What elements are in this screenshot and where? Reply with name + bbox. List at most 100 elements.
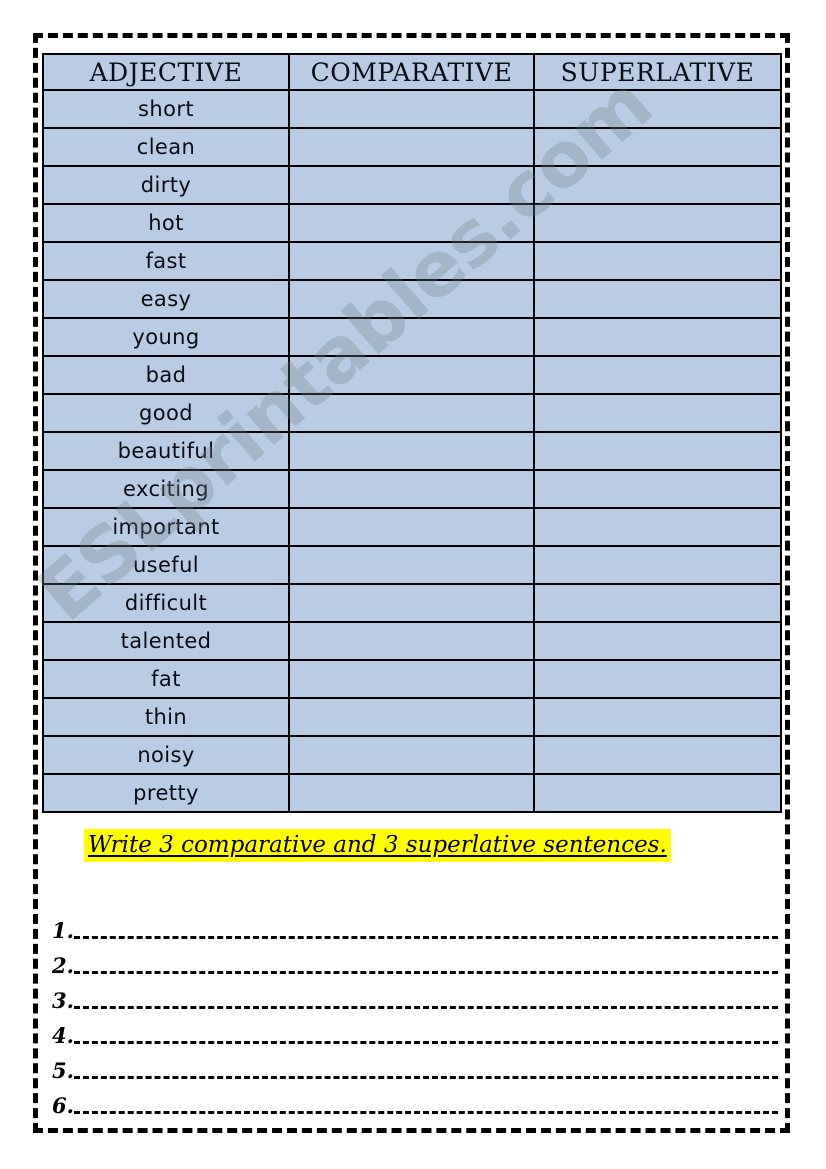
adjective-cell: useful [42, 545, 290, 585]
table-row: beautiful [42, 431, 782, 471]
comparative-answer-cell[interactable] [288, 317, 535, 357]
table-row: useful [42, 545, 782, 585]
superlative-answer-cell[interactable] [533, 659, 782, 699]
worksheet-page: ESLprintables.com ADJECTIVE COMPARATIVE … [0, 0, 826, 1169]
adjective-cell: dirty [42, 165, 290, 205]
answer-line-row[interactable]: 3. [52, 978, 778, 1013]
comparative-answer-cell[interactable] [288, 431, 535, 471]
adjective-cell: young [42, 317, 290, 357]
answer-write-line[interactable] [73, 1006, 778, 1009]
superlative-answer-cell[interactable] [533, 507, 782, 547]
superlative-answer-cell[interactable] [533, 241, 782, 281]
answer-line-row[interactable]: 4. [52, 1013, 778, 1048]
answer-line-number: 5. [52, 1058, 74, 1083]
adjective-cell: talented [42, 621, 290, 661]
comparative-answer-cell[interactable] [288, 735, 535, 775]
comparative-answer-cell[interactable] [288, 773, 535, 813]
adjective-forms-table: ADJECTIVE COMPARATIVE SUPERLATIVE short c… [42, 53, 782, 813]
answer-write-line[interactable] [73, 1111, 778, 1114]
adjective-cell: good [42, 393, 290, 433]
table-row: difficult [42, 583, 782, 623]
adjective-cell: important [42, 507, 290, 547]
comparative-answer-cell[interactable] [288, 393, 535, 433]
answer-line-row[interactable]: 6. [52, 1083, 778, 1118]
answer-line-number: 1. [52, 918, 74, 943]
table-row: bad [42, 355, 782, 395]
superlative-answer-cell[interactable] [533, 697, 782, 737]
column-header-superlative: SUPERLATIVE [533, 53, 782, 91]
answer-write-line[interactable] [73, 1041, 778, 1044]
table-row: thin [42, 697, 782, 737]
table-row: exciting [42, 469, 782, 509]
answer-write-line[interactable] [73, 1076, 778, 1079]
superlative-answer-cell[interactable] [533, 89, 782, 129]
instruction-text: Write 3 comparative and 3 superlative se… [88, 832, 667, 858]
comparative-answer-cell[interactable] [288, 355, 535, 395]
answer-lines: 1. 2. 3. 4. 5. 6. [52, 908, 778, 1118]
adjective-cell: pretty [42, 773, 290, 813]
superlative-answer-cell[interactable] [533, 583, 782, 623]
table-row: clean [42, 127, 782, 167]
adjective-cell: difficult [42, 583, 290, 623]
answer-line-row[interactable]: 5. [52, 1048, 778, 1083]
comparative-answer-cell[interactable] [288, 697, 535, 737]
superlative-answer-cell[interactable] [533, 393, 782, 433]
table-row: fast [42, 241, 782, 281]
comparative-answer-cell[interactable] [288, 127, 535, 167]
superlative-answer-cell[interactable] [533, 545, 782, 585]
superlative-answer-cell[interactable] [533, 203, 782, 243]
answer-line-row[interactable]: 1. [52, 908, 778, 943]
table-row: young [42, 317, 782, 357]
comparative-answer-cell[interactable] [288, 279, 535, 319]
adjective-cell: clean [42, 127, 290, 167]
table-row: important [42, 507, 782, 547]
answer-line-number: 2. [52, 953, 74, 978]
table-row: noisy [42, 735, 782, 775]
answer-write-line[interactable] [73, 936, 778, 939]
adjective-cell: fast [42, 241, 290, 281]
comparative-answer-cell[interactable] [288, 659, 535, 699]
table-row: easy [42, 279, 782, 319]
superlative-answer-cell[interactable] [533, 165, 782, 205]
adjective-cell: easy [42, 279, 290, 319]
column-header-adjective: ADJECTIVE [42, 53, 290, 91]
comparative-answer-cell[interactable] [288, 469, 535, 509]
superlative-answer-cell[interactable] [533, 355, 782, 395]
comparative-answer-cell[interactable] [288, 621, 535, 661]
superlative-answer-cell[interactable] [533, 773, 782, 813]
answer-line-number: 3. [52, 988, 74, 1013]
comparative-answer-cell[interactable] [288, 203, 535, 243]
adjective-cell: thin [42, 697, 290, 737]
adjective-cell: exciting [42, 469, 290, 509]
table-body: short clean dirty hot fast easy young bad good be… [42, 89, 782, 813]
adjective-cell: hot [42, 203, 290, 243]
adjective-cell: noisy [42, 735, 290, 775]
instruction-line: Write 3 comparative and 3 superlative se… [84, 829, 671, 862]
comparative-answer-cell[interactable] [288, 89, 535, 129]
comparative-answer-cell[interactable] [288, 545, 535, 585]
superlative-answer-cell[interactable] [533, 431, 782, 471]
superlative-answer-cell[interactable] [533, 279, 782, 319]
superlative-answer-cell[interactable] [533, 317, 782, 357]
superlative-answer-cell[interactable] [533, 469, 782, 509]
table-row: dirty [42, 165, 782, 205]
superlative-answer-cell[interactable] [533, 735, 782, 775]
table-row: hot [42, 203, 782, 243]
comparative-answer-cell[interactable] [288, 583, 535, 623]
answer-line-number: 6. [52, 1093, 74, 1118]
adjective-table-container: ADJECTIVE COMPARATIVE SUPERLATIVE short c… [42, 53, 782, 813]
table-header-row: ADJECTIVE COMPARATIVE SUPERLATIVE [42, 53, 782, 91]
comparative-answer-cell[interactable] [288, 507, 535, 547]
answer-line-row[interactable]: 2. [52, 943, 778, 978]
comparative-answer-cell[interactable] [288, 165, 535, 205]
answer-write-line[interactable] [73, 971, 778, 974]
table-row: talented [42, 621, 782, 661]
table-header: ADJECTIVE COMPARATIVE SUPERLATIVE [42, 53, 782, 91]
comparative-answer-cell[interactable] [288, 241, 535, 281]
superlative-answer-cell[interactable] [533, 127, 782, 167]
superlative-answer-cell[interactable] [533, 621, 782, 661]
table-row: pretty [42, 773, 782, 813]
adjective-cell: bad [42, 355, 290, 395]
answer-line-number: 4. [52, 1023, 74, 1048]
instruction-highlight: Write 3 comparative and 3 superlative se… [84, 829, 671, 862]
